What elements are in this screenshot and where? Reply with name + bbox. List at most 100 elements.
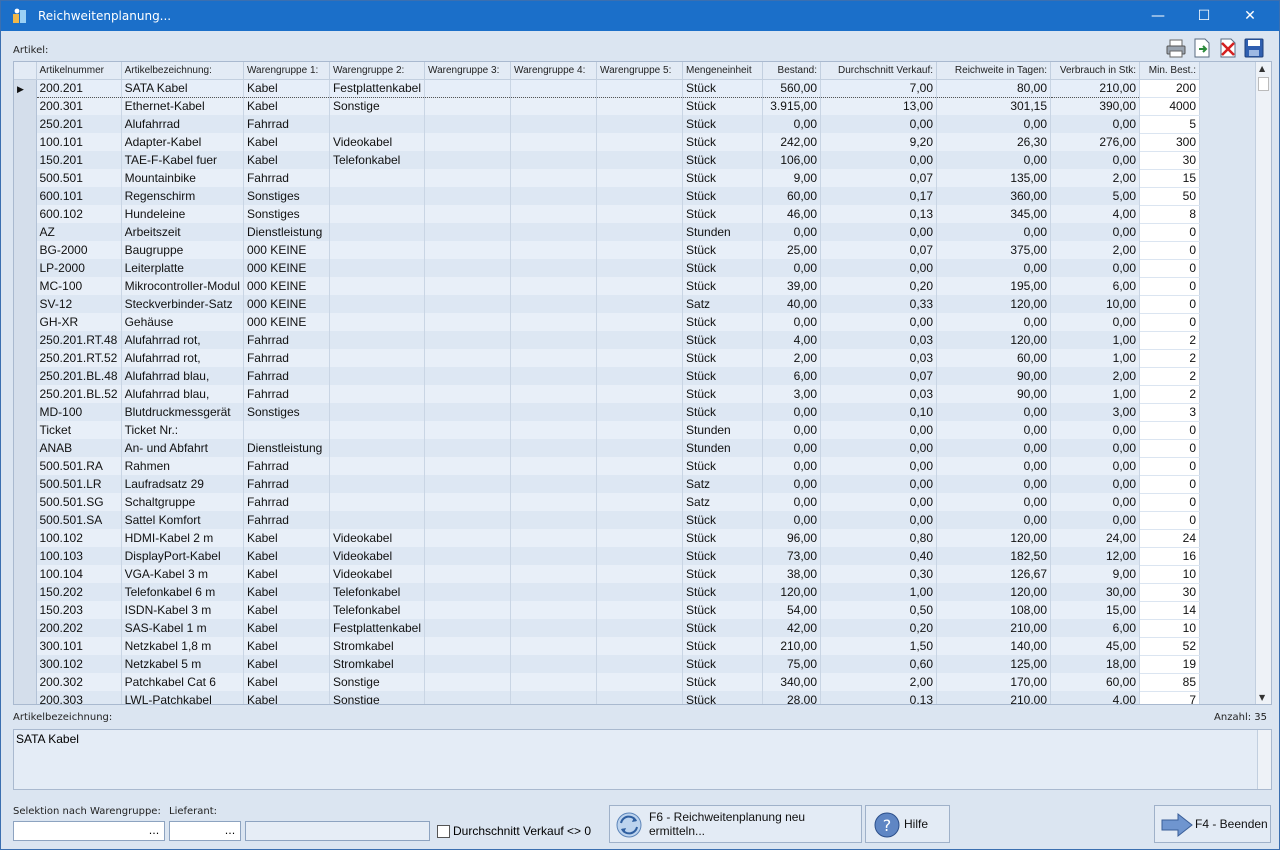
table-row[interactable]: 300.102 Netzkabel 5 m Kabel Stromkabel Stück…: [14, 655, 1201, 674]
help-button[interactable]: ? Hilfe: [865, 805, 950, 843]
warengruppe-browse-button[interactable]: ...: [144, 822, 164, 840]
column-header[interactable]: Bestand:: [762, 62, 822, 80]
table-cell[interactable]: 8: [1139, 205, 1201, 224]
scroll-down-icon[interactable]: ▼: [1259, 693, 1265, 702]
table-row[interactable]: 100.103 DisplayPort-Kabel Kabel Videokabel S…: [14, 547, 1201, 566]
table-cell[interactable]: 300: [1139, 133, 1201, 152]
export-icon[interactable]: [1191, 37, 1213, 59]
row-indicator[interactable]: [14, 547, 37, 565]
table-row[interactable]: 500.501.RA Rahmen Fahrrad Stück 0,00 0,00 0,00…: [14, 457, 1201, 476]
row-indicator[interactable]: [14, 439, 37, 457]
table-cell[interactable]: 0: [1139, 259, 1201, 278]
column-header[interactable]: Durchschnitt Verkauf:: [820, 62, 938, 80]
row-indicator[interactable]: [14, 403, 37, 421]
column-header[interactable]: Verbrauch in Stk:: [1050, 62, 1141, 80]
close-button[interactable]: ✕: [1227, 1, 1273, 31]
row-indicator[interactable]: [14, 331, 37, 349]
table-row[interactable]: Ticket Ticket Nr.: Stunden 0,00 0,00 0,00 0,00…: [14, 421, 1201, 440]
row-indicator[interactable]: [14, 205, 37, 223]
column-header[interactable]: Mengeneinheit: [682, 62, 764, 80]
row-indicator[interactable]: [14, 655, 37, 673]
table-cell[interactable]: 200: [1139, 79, 1201, 98]
table-row[interactable]: 100.104 VGA-Kabel 3 m Kabel Videokabel Stück…: [14, 565, 1201, 584]
table-row[interactable]: SV-12 Steckverbinder-Satz 000 KEINE Satz 40,…: [14, 295, 1201, 314]
description-field[interactable]: SATA Kabel: [13, 729, 1272, 790]
scroll-up-icon[interactable]: ▲: [1259, 64, 1265, 73]
row-indicator[interactable]: [14, 223, 37, 241]
lieferant-browse-button[interactable]: ...: [220, 822, 240, 840]
table-row[interactable]: 250.201.BL.48 Alufahrrad blau, Fahrrad Stüc…: [14, 367, 1201, 386]
column-header[interactable]: Warengruppe 5:: [596, 62, 684, 80]
row-indicator[interactable]: [14, 457, 37, 475]
column-header[interactable]: Warengruppe 4:: [510, 62, 598, 80]
row-indicator[interactable]: [14, 313, 37, 331]
table-row[interactable]: MD-100 Blutdruckmessgerät Sonstiges Stück 0,…: [14, 403, 1201, 422]
row-indicator[interactable]: [14, 565, 37, 583]
row-indicator[interactable]: [14, 151, 37, 169]
table-cell[interactable]: 7: [1139, 691, 1201, 704]
row-indicator[interactable]: [14, 241, 37, 259]
table-cell[interactable]: 16: [1139, 547, 1201, 566]
durchschnitt-checkbox[interactable]: [437, 825, 450, 838]
row-indicator[interactable]: [14, 295, 37, 313]
f4-exit-button[interactable]: F4 - Beenden: [1154, 805, 1271, 843]
table-cell[interactable]: 0: [1139, 457, 1201, 476]
table-cell[interactable]: 5: [1139, 115, 1201, 134]
table-cell[interactable]: 0: [1139, 493, 1201, 512]
description-scrollbar[interactable]: [1257, 730, 1271, 789]
table-cell[interactable]: 2: [1139, 331, 1201, 350]
table-row[interactable]: 150.203 ISDN-Kabel 3 m Kabel Telefonkabel St…: [14, 601, 1201, 620]
row-indicator[interactable]: [14, 367, 37, 385]
grid-scrollbar[interactable]: ▲ ▼: [1255, 62, 1271, 704]
table-row[interactable]: 150.201 TAE-F-Kabel fuer Kabel Telefonkabel…: [14, 151, 1201, 170]
table-row[interactable]: 600.101 Regenschirm Sonstiges Stück 60,00 0,1…: [14, 187, 1201, 206]
row-indicator[interactable]: [14, 637, 37, 655]
table-cell[interactable]: 2: [1139, 385, 1201, 404]
table-row[interactable]: 200.302 Patchkabel Cat 6 Kabel Sonstige Stüc…: [14, 673, 1201, 692]
table-cell[interactable]: 0: [1139, 241, 1201, 260]
table-row[interactable]: 200.303 LWL-Patchkabel Kabel Sonstige Stück 2…: [14, 691, 1201, 704]
table-row[interactable]: 100.102 HDMI-Kabel 2 m Kabel Videokabel Stüc…: [14, 529, 1201, 548]
table-cell[interactable]: 2: [1139, 367, 1201, 386]
table-cell[interactable]: 30: [1139, 151, 1201, 170]
column-header[interactable]: Warengruppe 2:: [329, 62, 426, 80]
table-row[interactable]: LP-2000 Leiterplatte 000 KEINE Stück 0,00 0,0…: [14, 259, 1201, 278]
row-indicator[interactable]: [14, 583, 37, 601]
f6-recalculate-button[interactable]: F6 - Reichweitenplanung neu ermitteln...: [609, 805, 862, 843]
current-row-indicator[interactable]: ▶: [14, 79, 37, 97]
table-cell[interactable]: 0: [1139, 475, 1201, 494]
table-row[interactable]: 250.201.RT.48 Alufahrrad rot, Fahrrad Stück…: [14, 331, 1201, 350]
row-indicator[interactable]: [14, 259, 37, 277]
table-row[interactable]: 600.102 Hundeleine Sonstiges Stück 46,00 0,13…: [14, 205, 1201, 224]
row-indicator[interactable]: [14, 691, 37, 704]
table-cell[interactable]: 0: [1139, 295, 1201, 314]
table-cell[interactable]: 0: [1139, 223, 1201, 242]
durchschnitt-checkbox-label[interactable]: Durchschnitt Verkauf <> 0: [453, 824, 591, 838]
table-cell[interactable]: 50: [1139, 187, 1201, 206]
table-row[interactable]: 500.501.SA Sattel Komfort Fahrrad Stück 0,00…: [14, 511, 1201, 530]
table-row[interactable]: ANAB An- und Abfahrt Dienstleistung Stunden…: [14, 439, 1201, 458]
article-grid[interactable]: Artikelnummer Artikelbezeichnung: Wareng…: [13, 61, 1272, 705]
table-cell[interactable]: 10: [1139, 565, 1201, 584]
warengruppe-input[interactable]: ...: [13, 821, 165, 841]
table-cell[interactable]: 0: [1139, 511, 1201, 530]
table-row[interactable]: ▶ 200.201 SATA Kabel Kabel Festplattenkabel S…: [14, 78, 1201, 98]
row-indicator[interactable]: [14, 673, 37, 691]
table-row[interactable]: 500.501 Mountainbike Fahrrad Stück 9,00 0,07 1…: [14, 169, 1201, 188]
table-row[interactable]: 200.301 Ethernet-Kabel Kabel Sonstige Stück 3…: [14, 97, 1201, 116]
table-row[interactable]: 250.201 Alufahrrad Fahrrad Stück 0,00 0,00 0,0…: [14, 115, 1201, 134]
row-indicator[interactable]: [14, 619, 37, 637]
row-indicator[interactable]: [14, 385, 37, 403]
table-row[interactable]: 300.101 Netzkabel 1,8 m Kabel Stromkabel Stü…: [14, 637, 1201, 656]
table-cell[interactable]: 0: [1139, 439, 1201, 458]
table-row[interactable]: 250.201.RT.52 Alufahrrad rot, Fahrrad Stück…: [14, 349, 1201, 368]
table-row[interactable]: GH-XR Gehäuse 000 KEINE Stück 0,00 0,00 0,00 0,…: [14, 313, 1201, 332]
row-indicator[interactable]: [14, 187, 37, 205]
maximize-button[interactable]: ☐: [1181, 1, 1227, 31]
save-icon[interactable]: [1243, 37, 1265, 59]
table-cell[interactable]: 19: [1139, 655, 1201, 674]
table-cell[interactable]: 0: [1139, 421, 1201, 440]
table-row[interactable]: MC-100 Mikrocontroller-Modul 000 KEINE Stüc…: [14, 277, 1201, 296]
table-cell[interactable]: 85: [1139, 673, 1201, 692]
row-indicator[interactable]: [14, 349, 37, 367]
